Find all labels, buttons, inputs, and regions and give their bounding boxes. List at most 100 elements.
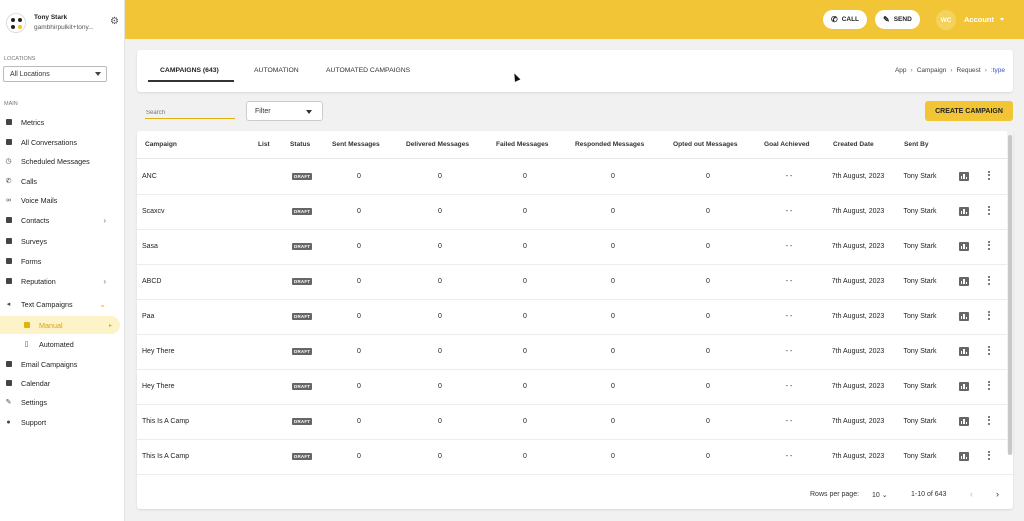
rows-per-page-select[interactable]: 10 ⌄	[872, 491, 888, 499]
cell-opted-out: 0	[706, 453, 710, 460]
sidebar-item-automated[interactable]: ▯ Automated	[0, 335, 120, 353]
sidebar-item-label: Forms	[21, 256, 42, 266]
cell-delivered: 0	[438, 383, 442, 390]
sidebar-item-calendar[interactable]: Calendar	[0, 374, 120, 392]
cell-sent: 0	[357, 313, 361, 320]
col-status[interactable]: Status	[290, 141, 310, 148]
cell-sent: 0	[357, 243, 361, 250]
chevron-down-icon[interactable]	[1000, 18, 1004, 21]
sidebar-item-settings[interactable]: ✎ Settings	[0, 393, 120, 411]
sidebar-item-manual[interactable]: Manual ▸	[0, 316, 120, 334]
metrics-icon	[4, 118, 13, 127]
bar-chart-icon[interactable]	[959, 277, 969, 286]
tab-automated-campaigns[interactable]: AUTOMATED CAMPAIGNS	[326, 67, 410, 74]
cell-opted-out: 0	[706, 418, 710, 425]
cell-campaign: Hey There	[142, 383, 175, 390]
call-label: CALL	[841, 16, 860, 23]
table-row[interactable]: Paa 0 0 0 0 0 - - 7th August, 2023 Tony Stark DRA…	[137, 300, 1013, 335]
breadcrumb-request[interactable]: Request	[957, 67, 981, 74]
col-opted-out-messages[interactable]: Opted out Messages	[673, 141, 738, 148]
search-input[interactable]	[145, 104, 235, 119]
bar-chart-icon[interactable]	[959, 417, 969, 426]
avatar[interactable]: WC	[936, 10, 956, 30]
send-button[interactable]: ✎ SEND	[875, 10, 920, 29]
bar-chart-icon[interactable]	[959, 382, 969, 391]
sidebar-item-calls[interactable]: ✆ Calls	[0, 172, 120, 190]
sidebar-item-reputation[interactable]: Reputation ›	[0, 272, 120, 290]
bar-chart-icon[interactable]	[959, 452, 969, 461]
cell-delivered: 0	[438, 418, 442, 425]
bar-chart-icon[interactable]	[959, 242, 969, 251]
next-page-icon[interactable]: ›	[996, 489, 999, 499]
breadcrumb-app[interactable]: App	[895, 67, 907, 74]
col-responded-messages[interactable]: Responded Messages	[575, 141, 644, 148]
bar-chart-icon[interactable]	[959, 347, 969, 356]
cell-goal: - -	[785, 453, 793, 460]
sidebar-item-surveys[interactable]: Surveys	[0, 232, 120, 250]
more-vertical-icon[interactable]	[988, 346, 991, 355]
bar-chart-icon[interactable]	[959, 312, 969, 321]
sidebar-item-label: Calendar	[21, 378, 51, 388]
table-row[interactable]: Hey There 0 0 0 0 0 - - 7th August, 2023 Tony St…	[137, 335, 1013, 370]
more-vertical-icon[interactable]	[988, 206, 991, 215]
cell-created: 7th August, 2023	[831, 243, 885, 250]
more-vertical-icon[interactable]	[988, 311, 991, 320]
main-label: MAIN	[4, 101, 18, 107]
more-vertical-icon[interactable]	[988, 171, 991, 180]
bar-chart-icon[interactable]	[959, 207, 969, 216]
table-row[interactable]: Scaxcv 0 0 0 0 0 - - 7th August, 2023 Tony Stark…	[137, 195, 1013, 230]
automated-icon: ▯	[24, 341, 29, 348]
filter-select[interactable]: Filter	[246, 101, 323, 121]
account-menu[interactable]: Account	[964, 15, 994, 24]
tab-automation[interactable]: AUTOMATION	[254, 67, 299, 74]
cell-goal: - -	[785, 418, 793, 425]
table-row[interactable]: Sasa 0 0 0 0 0 - - 7th August, 2023 Tony Stark DR…	[137, 230, 1013, 265]
sidebar-item-label: Email Campaigns	[21, 359, 78, 369]
sidebar-item-scheduled-messages[interactable]: ◷ Scheduled Messages	[0, 152, 120, 170]
bar-chart-icon[interactable]	[959, 172, 969, 181]
sidebar-item-all-conversations[interactable]: All Conversations	[0, 133, 120, 151]
more-vertical-icon[interactable]	[988, 381, 991, 390]
location-select[interactable]: All Locations	[3, 66, 107, 82]
sidebar-item-text-campaigns[interactable]: ◂ Text Campaigns ⌄	[0, 295, 120, 313]
breadcrumb: App › Campaign › Request › :type	[895, 67, 1005, 74]
gear-icon[interactable]: ⚙	[110, 16, 119, 27]
user-header[interactable]: Tony Stark gambhirpulkit+tony...	[0, 0, 124, 38]
col-created-date[interactable]: Created Date	[833, 141, 874, 148]
cell-goal: - -	[785, 278, 793, 285]
more-vertical-icon[interactable]	[988, 416, 991, 425]
table-row[interactable]: This Is A Camp 0 0 0 0 0 - - 7th August, 2023 To…	[137, 440, 1013, 475]
create-campaign-button[interactable]: CREATE CAMPAIGN	[925, 101, 1013, 121]
sidebar-item-contacts[interactable]: Contacts ›	[0, 211, 120, 229]
cell-failed: 0	[523, 278, 527, 285]
call-button[interactable]: ✆ CALL	[823, 10, 868, 29]
pencil-icon: ✎	[883, 15, 890, 24]
more-vertical-icon[interactable]	[988, 276, 991, 285]
col-sent-by[interactable]: Sent By	[904, 141, 929, 148]
col-sent-messages[interactable]: Sent Messages	[332, 141, 380, 148]
col-delivered-messages[interactable]: Delivered Messages	[406, 141, 469, 148]
col-goal-achieved[interactable]: Goal Achieved	[764, 141, 810, 148]
sidebar-item-support[interactable]: ● Support	[0, 413, 120, 431]
col-failed-messages[interactable]: Failed Messages	[496, 141, 548, 148]
col-campaign[interactable]: Campaign	[145, 141, 177, 148]
col-list[interactable]: List	[258, 141, 270, 148]
sidebar-item-metrics[interactable]: Metrics	[0, 113, 120, 131]
table-row[interactable]: Hey There 0 0 0 0 0 - - 7th August, 2023 Tony St…	[137, 370, 1013, 405]
breadcrumb-campaign[interactable]: Campaign	[917, 67, 947, 74]
cell-sent-by: Tony Stark	[903, 243, 937, 250]
table-row[interactable]: ABCD 0 0 0 0 0 - - 7th August, 2023 Tony Stark DR…	[137, 265, 1013, 300]
cell-campaign: Sasa	[142, 243, 158, 250]
settings-icon: ✎	[5, 399, 12, 406]
more-vertical-icon[interactable]	[988, 451, 991, 460]
more-vertical-icon[interactable]	[988, 241, 991, 250]
table-row[interactable]: This Is A Camp 0 0 0 0 0 - - 7th August, 2023 To…	[137, 405, 1013, 440]
table-row[interactable]: ANC 0 0 0 0 0 - - 7th August, 2023 Tony Stark DRA…	[137, 160, 1013, 195]
scrollbar-thumb[interactable]	[1008, 135, 1012, 455]
tab-campaigns[interactable]: CAMPAIGNS (643)	[160, 67, 219, 74]
prev-page-icon[interactable]: ‹	[970, 489, 973, 499]
sidebar-item-voice-mails[interactable]: ∞ Voice Mails	[0, 191, 120, 209]
sidebar-item-email-campaigns[interactable]: Email Campaigns	[0, 355, 120, 373]
sidebar-item-forms[interactable]: Forms	[0, 252, 120, 270]
chevron-right-icon: ›	[103, 215, 106, 225]
